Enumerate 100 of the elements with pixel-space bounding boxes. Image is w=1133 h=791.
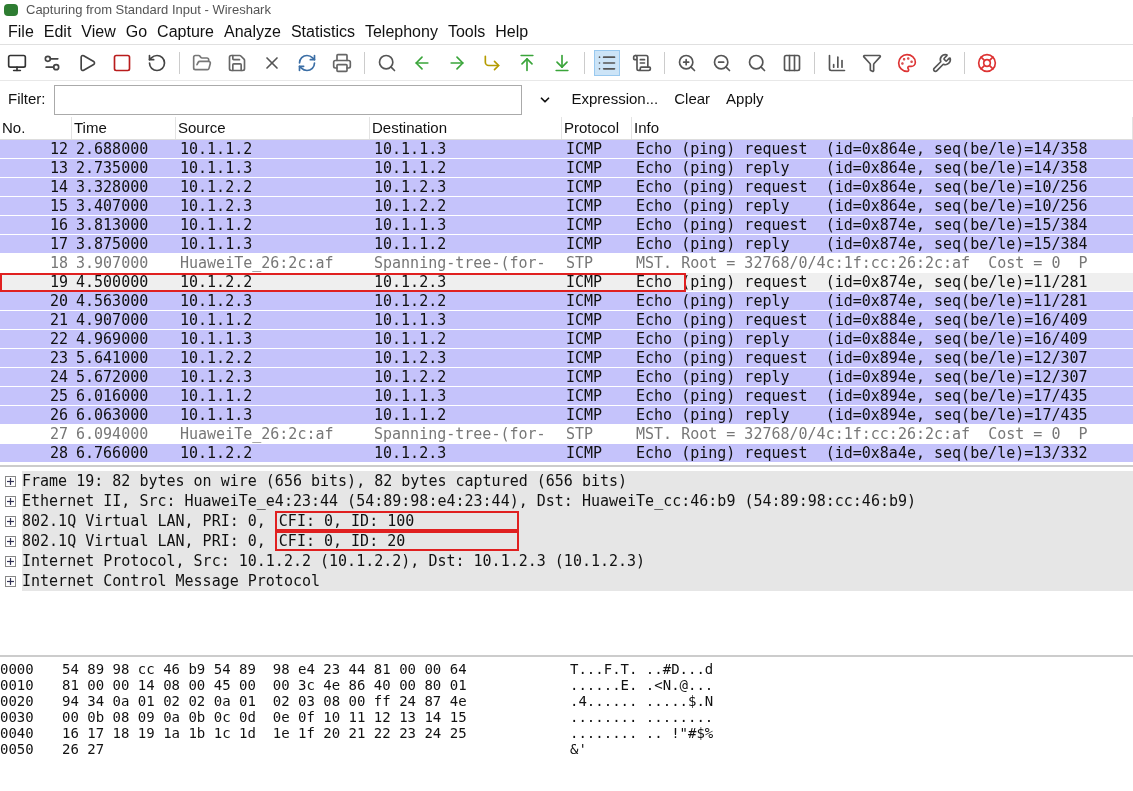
table-cell-text: 4.907000 (75, 309, 150, 331)
column-header[interactable]: Time (72, 116, 176, 139)
hex-bytes: 16 17 18 19 1a 1b 1c 1d 1e 1f 20 21 22 23 24 25 (62, 725, 468, 741)
hex-offset: 0000 (0, 661, 35, 677)
table-cell-text: Echo (ping) reply (id=0x874e, seq(be/le)=15/384 (635, 233, 1089, 255)
app-icon (4, 4, 18, 16)
table-cell-text: 10.1.1.2 (373, 233, 448, 255)
packet-row[interactable]: 17 3.875000 10.1.1.3 10.1.1.2 ICMP Echo (ping) reply (id=0x874e, seq(be/le)=15/384 (0, 235, 1133, 254)
column-header[interactable]: Info (632, 116, 1133, 139)
hex-ascii: ........ ........ (570, 709, 714, 725)
filter-label: Filter: (8, 89, 46, 110)
menu-item[interactable]: Statistics (286, 20, 359, 44)
table-cell-text: 4.969000 (75, 328, 150, 350)
hex-bytes: 00 0b 08 09 0a 0b 0c 0d 0e 0f 10 11 12 13 14 15 (62, 709, 468, 725)
menu-item[interactable]: Tools (443, 20, 490, 44)
table-cell-text: Echo (ping) reply (id=0x874e, seq(be/le)=11/281 (635, 290, 1089, 312)
table-cell-text: Echo (ping) reply (id=0x894e, seq(be/le)=17/435 (635, 404, 1089, 426)
table-cell-text: 18 (48, 252, 69, 274)
packet-row[interactable]: 13 2.735000 10.1.1.3 10.1.1.2 ICMP Echo (ping) reply (id=0x864e, seq(be/le)=14/358 (0, 159, 1133, 178)
table-cell-text: ICMP (565, 176, 604, 198)
table-cell-text: 24 (48, 366, 69, 388)
table-cell-text: 10.1.2.3 (179, 290, 254, 312)
filter-button[interactable]: Expression... (567, 88, 663, 111)
packet-row[interactable]: 16 3.813000 10.1.1.2 10.1.1.3 ICMP Echo (ping) request (id=0x874e, seq(be/le)=15/384 (0, 216, 1133, 235)
menu-item[interactable]: Telephony (360, 20, 442, 44)
packet-row[interactable]: 20 4.563000 10.1.2.3 10.1.2.2 ICMP Echo (ping) reply (id=0x874e, seq(be/le)=11/281 (0, 292, 1133, 311)
table-cell-text: ICMP (565, 347, 604, 369)
table-cell-text: Echo (ping) request (id=0x874e, seq(be/le)=15/384 (635, 214, 1089, 236)
expand-toggle[interactable] (5, 575, 16, 587)
list-icon[interactable] (594, 49, 620, 76)
highlighted-text: CFI: 0, ID: 100 (274, 511, 519, 531)
table-cell-text: 10.1.1.2 (179, 309, 254, 331)
column-header[interactable]: Destination (370, 116, 562, 139)
table-cell-text: Echo (ping) reply (id=0x884e, seq(be/le)=16/409 (635, 328, 1089, 350)
packet-row[interactable]: 26 6.063000 10.1.1.3 10.1.1.2 ICMP Echo (ping) reply (id=0x894e, seq(be/le)=17/435 (0, 406, 1133, 425)
table-cell-text: 5.672000 (75, 366, 150, 388)
menu-item[interactable]: View (77, 20, 120, 44)
packet-row[interactable]: 23 5.641000 10.1.2.2 10.1.2.3 ICMP Echo (ping) request (id=0x894e, seq(be/le)=12/307 (0, 349, 1133, 368)
column-header[interactable]: Protocol (562, 116, 632, 139)
hex-offset: 0040 (0, 725, 35, 741)
column-header[interactable]: Source (176, 116, 370, 139)
menu-item[interactable]: Go (121, 20, 152, 44)
table-cell-text: 10.1.1.2 (373, 404, 448, 426)
expand-toggle[interactable] (5, 555, 16, 567)
packet-row[interactable]: 15 3.407000 10.1.2.3 10.1.2.2 ICMP Echo (ping) reply (id=0x864e, seq(be/le)=10/256 (0, 197, 1133, 216)
table-cell-text: HuaweiTe_26:2c:af (179, 252, 335, 274)
table-cell-text: Echo (ping) request (id=0x894e, seq(be/le)=17/435 (635, 385, 1089, 407)
packet-row[interactable]: 28 6.766000 10.1.2.2 10.1.2.3 ICMP Echo (ping) request (id=0x8a4e, seq(be/le)=13/332 (0, 444, 1133, 463)
hex-bytes: 94 34 0a 01 02 02 0a 01 02 03 08 00 ff 24 87 4e (62, 693, 468, 709)
packet-row[interactable]: 12 2.688000 10.1.1.2 10.1.1.3 ICMP Echo (ping) request (id=0x864e, seq(be/le)=14/358 (0, 140, 1133, 159)
table-cell-text: 10.1.2.3 (179, 195, 254, 217)
table-cell-text: 10.1.2.2 (179, 176, 254, 198)
table-cell-text: ICMP (565, 195, 604, 217)
packet-row[interactable]: 22 4.969000 10.1.1.3 10.1.1.2 ICMP Echo (ping) reply (id=0x884e, seq(be/le)=16/409 (0, 330, 1133, 349)
menu-item[interactable]: Analyze (220, 20, 285, 44)
hex-ascii: T...F.T. ..#D...d (570, 661, 714, 677)
table-cell-text: ICMP (565, 290, 604, 312)
table-cell-text: 3.813000 (75, 214, 150, 236)
hex-offset: 0050 (0, 741, 35, 757)
menu-item[interactable]: Edit (39, 20, 76, 44)
window-title: Capturing from Standard Input - Wireshark (26, 1, 271, 20)
table-cell-text: 25 (48, 385, 69, 407)
filter-button[interactable]: Clear (670, 88, 715, 111)
table-cell-text: Echo (ping) request (id=0x864e, seq(be/le)=14/358 (635, 138, 1089, 160)
table-cell-text: Echo (ping) request (id=0x894e, seq(be/le)=12/307 (635, 347, 1089, 369)
table-cell-text: 6.094000 (75, 423, 150, 445)
expand-toggle[interactable] (5, 475, 16, 487)
table-cell-text: 13 (48, 157, 69, 179)
table-cell-text: 10.1.2.2 (179, 347, 254, 369)
table-cell-text: 10.1.2.3 (373, 347, 448, 369)
table-cell-text: 12 (48, 138, 69, 160)
packet-row[interactable]: 24 5.672000 10.1.2.3 10.1.2.2 ICMP Echo (ping) reply (id=0x894e, seq(be/le)=12/307 (0, 368, 1133, 387)
hex-offset: 0020 (0, 693, 35, 709)
packet-row[interactable]: 25 6.016000 10.1.1.2 10.1.1.3 ICMP Echo (ping) request (id=0x894e, seq(be/le)=17/435 (0, 387, 1133, 406)
table-cell-text: 10.1.1.3 (373, 138, 448, 160)
table-cell-text: ICMP (565, 442, 604, 464)
table-cell-text: Echo (ping) reply (id=0x894e, seq(be/le)=12/307 (635, 366, 1089, 388)
filter-button[interactable]: Apply (722, 88, 768, 111)
table-cell-text: 6.766000 (75, 442, 150, 464)
table-cell-text: 10.1.2.3 (373, 176, 448, 198)
table-cell-text: Spanning-tree-(for- (373, 252, 547, 274)
table-cell-text: Echo (ping) reply (id=0x864e, seq(be/le)=14/358 (635, 157, 1089, 179)
expand-toggle[interactable] (5, 515, 16, 527)
table-cell-text: 10.1.1.3 (373, 214, 448, 236)
table-cell-text: 16 (48, 214, 69, 236)
column-header[interactable]: No. (0, 116, 72, 139)
menu-item[interactable]: Help (491, 20, 533, 44)
expand-toggle[interactable] (5, 495, 16, 507)
table-cell-text: ICMP (565, 404, 604, 426)
filter-field[interactable] (53, 84, 522, 115)
packet-row[interactable]: 14 3.328000 10.1.2.2 10.1.2.3 ICMP Echo (ping) request (id=0x864e, seq(be/le)=10/256 (0, 178, 1133, 197)
menu-item[interactable]: Capture (153, 20, 218, 44)
table-cell-text: ICMP (565, 328, 604, 350)
table-cell-text: 2.735000 (75, 157, 150, 179)
menu-item[interactable]: File (4, 20, 38, 44)
table-cell-text: ICMP (565, 214, 604, 236)
packet-row[interactable]: 21 4.907000 10.1.1.2 10.1.1.3 ICMP Echo (ping) request (id=0x884e, seq(be/le)=16/409 (0, 311, 1133, 330)
table-cell-text: MST. Root = 32768/0/4c:1f:cc:26:2c:af Cost = 0 P (635, 252, 1089, 274)
expand-toggle[interactable] (5, 535, 16, 547)
table-cell-text: Spanning-tree-(for- (373, 423, 547, 445)
